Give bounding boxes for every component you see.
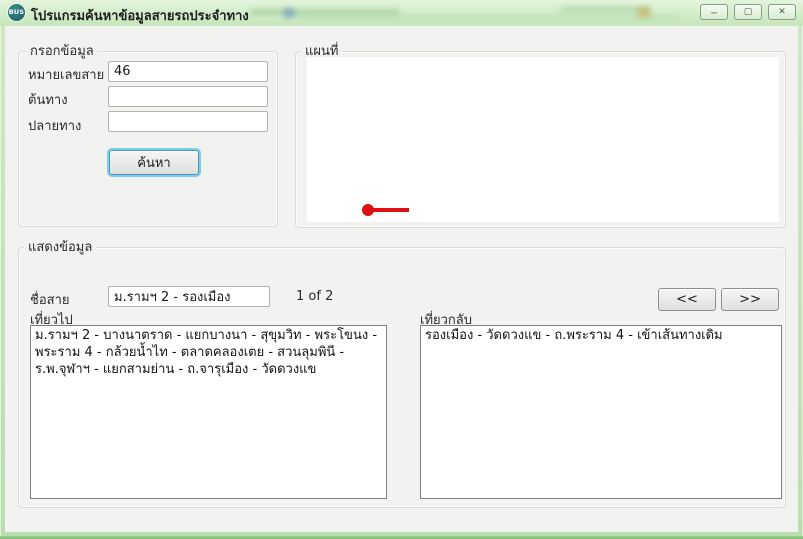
app-window: BUS โปรแกรมค้นหาข้อมูลสายรถประจำทาง ─ ▢ … <box>0 0 803 539</box>
minimize-icon: ─ <box>711 9 717 19</box>
route-name-input[interactable] <box>108 286 270 307</box>
titlebar-reflection <box>300 16 680 19</box>
search-button[interactable]: ค้นหา <box>109 150 199 175</box>
destination-input[interactable] <box>108 111 268 132</box>
window-title: โปรแกรมค้นหาข้อมูลสายรถประจำทาง <box>31 9 249 24</box>
minimize-button[interactable]: ─ <box>700 4 728 20</box>
window-controls: ─ ▢ ✕ <box>700 4 796 20</box>
route-number-input[interactable] <box>108 61 268 82</box>
map-canvas <box>307 57 779 222</box>
titlebar-reflection <box>283 8 295 18</box>
close-icon: ✕ <box>778 7 786 17</box>
origin-label: ต้นทาง <box>28 93 68 108</box>
route-number-label: หมายเลขสาย <box>28 68 105 83</box>
destination-label: ปลายทาง <box>28 119 82 134</box>
route-name-label: ชื่อสาย <box>30 293 70 308</box>
maximize-icon: ▢ <box>743 7 753 17</box>
titlebar[interactable]: BUS โปรแกรมค้นหาข้อมูลสายรถประจำทาง ─ ▢ … <box>0 0 803 26</box>
maximize-button[interactable]: ▢ <box>734 4 762 20</box>
titlebar-reflection <box>637 7 651 18</box>
input-group-title: กรอกข้อมูล <box>26 44 98 59</box>
client-area: กรอกข้อมูล หมายเลขสาย ต้นทาง ปลายทาง ค้น… <box>5 26 798 532</box>
return-route-textbox[interactable]: รองเมือง - วัดดวงแข - ถ.พระราม 4 - เข้าเ… <box>420 325 782 499</box>
bus-app-icon: BUS <box>8 4 25 21</box>
origin-input[interactable] <box>108 86 268 107</box>
close-button[interactable]: ✕ <box>768 4 796 20</box>
route-marker <box>362 204 409 216</box>
titlebar-reflection <box>250 9 400 15</box>
outbound-route-textbox[interactable]: ม.รามฯ 2 - บางนาตราด - แยกบางนา - สุขุมว… <box>30 325 387 499</box>
previous-record-button[interactable]: << <box>658 288 716 311</box>
pager-status: 1 of 2 <box>296 289 334 304</box>
results-group-title: แสดงข้อมูล <box>24 240 97 255</box>
next-record-button[interactable]: >> <box>721 288 779 311</box>
